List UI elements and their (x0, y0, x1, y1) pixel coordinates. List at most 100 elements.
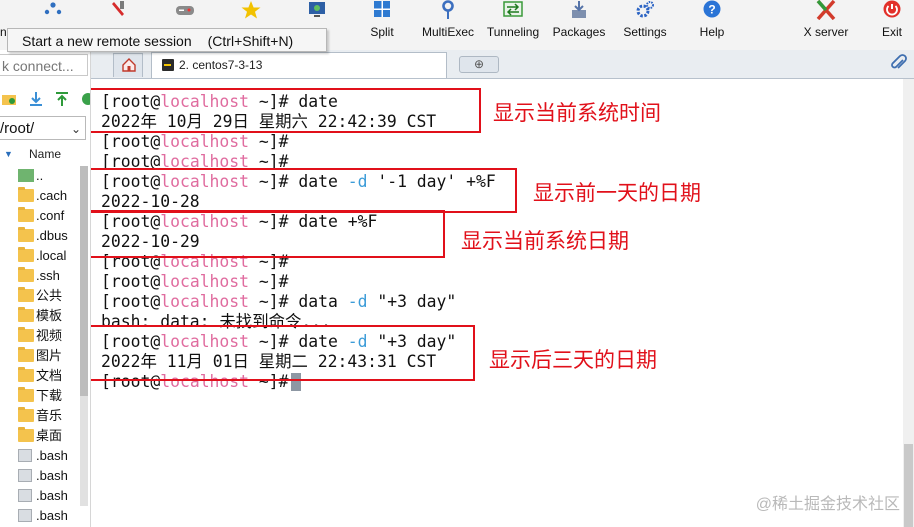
file-list-header[interactable]: ▼ Name (0, 144, 88, 164)
annotation-label-current-date: 显示当前系统日期 (461, 229, 629, 253)
annotation-box-current-date (91, 210, 445, 258)
file-list-item[interactable]: 图片 (0, 346, 80, 366)
upload-icon[interactable] (54, 90, 70, 108)
file-name: .bash (36, 468, 68, 483)
file-list-item[interactable]: .bash (0, 466, 80, 486)
folder-icon (18, 187, 34, 202)
chevron-down-icon: ⌄ (70, 122, 81, 136)
file-list-item[interactable]: .. (0, 166, 80, 186)
folder-icon (18, 427, 34, 442)
file-list-item[interactable]: 桌面 (0, 426, 80, 446)
session-tab-label: 2. centos7-3-13 (179, 58, 263, 72)
tools-icon (112, 1, 124, 16)
folder-icon (18, 387, 34, 402)
annotation-label-current-time: 显示当前系统时间 (493, 101, 661, 125)
download-icon[interactable] (28, 90, 44, 108)
prompt-hostname: localhost (160, 132, 250, 151)
file-name: .ssh (36, 268, 60, 283)
file-name: 音乐 (36, 408, 63, 423)
toolbar-label: X server (803, 25, 849, 39)
terminal-scrollbar-thumb[interactable] (904, 444, 913, 527)
annotation-box-previous-day (91, 168, 517, 213)
annotation-label-three-days-later: 显示后三天的日期 (489, 348, 657, 372)
home-icon (122, 58, 136, 72)
sftp-toolbar (0, 88, 91, 112)
file-name: 模板 (36, 308, 63, 323)
toolbar-button-help[interactable]: ? Help (690, 0, 734, 50)
toolbar-button-tunneling[interactable]: Tunneling (484, 0, 542, 50)
folder-icon (18, 327, 34, 342)
star-icon (241, 1, 261, 19)
toolbar-button-multiexec[interactable]: MultiExec (420, 0, 476, 50)
terminal-prompt-line: [root@localhost ~]# (101, 272, 496, 292)
file-list-item[interactable]: .conf (0, 206, 80, 226)
file-list-item[interactable]: .dbus (0, 226, 80, 246)
sftp-path-select[interactable]: /root/ ⌄ (0, 116, 86, 140)
command-args: "+3 day" (367, 292, 457, 311)
file-name: .local (36, 248, 67, 263)
prompt-suffix: ~]# (249, 132, 289, 151)
folder-icon (18, 347, 34, 362)
file-name: .. (36, 168, 44, 183)
file-list-item[interactable]: .local (0, 246, 80, 266)
file-list-item[interactable]: 视频 (0, 326, 80, 346)
sftp-sidebar: k connect... /root/ ⌄ ▼ Name .. .cach .con… (0, 50, 91, 527)
toolbar-button-settings[interactable]: Settings (618, 0, 672, 50)
file-list-item[interactable]: .ssh (0, 266, 80, 286)
toolbar-button-exit[interactable]: Exit (874, 0, 910, 50)
file-list-item[interactable]: 音乐 (0, 406, 80, 426)
new-tab-button[interactable]: ⊕ (459, 56, 499, 73)
gamepad-icon (176, 6, 194, 15)
file-list-item[interactable]: .bash (0, 446, 80, 466)
name-column-header[interactable]: Name (29, 144, 61, 164)
folder-refresh-icon[interactable] (2, 90, 18, 108)
home-tab[interactable] (113, 53, 143, 77)
file-name: .bash (36, 508, 68, 523)
file-list-item[interactable]: .cach (0, 186, 80, 206)
toolbar-button-packages[interactable]: Packages (550, 0, 608, 50)
file-name: 桌面 (36, 428, 63, 443)
folder-icon (18, 247, 34, 262)
toolbar-label: Exit (881, 25, 902, 39)
folder-icon (18, 227, 34, 242)
file-icon (18, 449, 32, 462)
settings-icon (636, 1, 654, 18)
toolbar-button-split[interactable]: Split (364, 0, 400, 50)
folder-icon (18, 207, 34, 222)
file-icon (18, 469, 32, 482)
file-list-item[interactable]: .bash (0, 486, 80, 506)
toolbar-label: Tunneling (486, 25, 540, 39)
terminal-area[interactable]: [root@localhost ~]# date 2022年 10月 29日 星期… (91, 79, 903, 527)
prompt-hostname: localhost (160, 272, 250, 291)
prompt-suffix: ~]# (249, 292, 299, 311)
toolbar-label: Help (699, 25, 725, 39)
tooltip-shortcut: (Ctrl+Shift+N) (207, 33, 294, 49)
prompt-suffix: ~]# (249, 272, 289, 291)
file-name: .dbus (36, 228, 68, 243)
tab-centos7-3-13[interactable]: 2. centos7-3-13 (151, 52, 447, 78)
terminal-scrollbar[interactable] (903, 79, 914, 527)
paperclip-icon[interactable] (890, 54, 908, 74)
file-list-item[interactable]: 模板 (0, 306, 80, 326)
file-name: 文档 (36, 368, 63, 383)
annotation-label-previous-day: 显示前一天的日期 (533, 181, 701, 205)
quick-connect-input[interactable]: k connect... (0, 54, 88, 76)
watermark: @稀土掘金技术社区 (755, 496, 900, 513)
file-icon (18, 489, 32, 502)
annotation-box-three-days-later (91, 325, 475, 381)
prompt-prefix: [root@ (101, 132, 161, 151)
prompt-hostname: localhost (160, 292, 250, 311)
file-name: .conf (36, 208, 65, 223)
folder-icon (18, 407, 34, 422)
sort-down-icon: ▼ (4, 149, 13, 159)
more-tools-icon[interactable] (80, 90, 91, 108)
sftp-scrollbar-thumb[interactable] (80, 166, 88, 396)
toolbar-button-x-server[interactable]: X server (796, 0, 856, 50)
file-list-item[interactable]: .bash (0, 506, 80, 526)
file-list-item[interactable]: 下载 (0, 386, 80, 406)
file-list-item[interactable]: 公共 (0, 286, 80, 306)
file-list-item[interactable]: 文档 (0, 366, 80, 386)
parent-folder-icon (18, 169, 34, 182)
sftp-scrollbar[interactable] (80, 166, 88, 506)
file-name: .bash (36, 488, 68, 503)
